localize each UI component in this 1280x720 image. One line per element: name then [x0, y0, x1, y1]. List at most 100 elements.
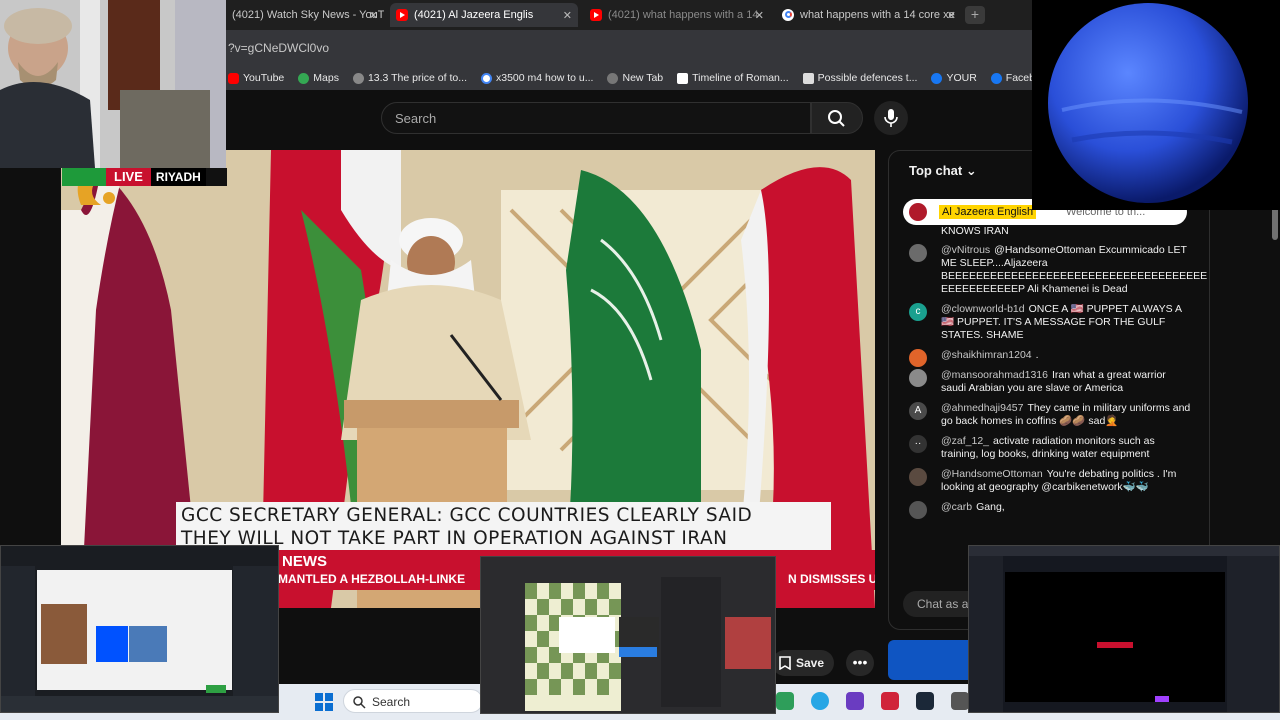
bookmark-label: Timeline of Roman... [692, 72, 789, 84]
microphone-icon [884, 109, 898, 127]
url-text[interactable]: ?v=gCNeDWCl0vo [228, 41, 329, 55]
message-author[interactable]: @zaf_12_ [941, 435, 989, 447]
windows-start-icon[interactable] [315, 693, 333, 711]
app-icon[interactable] [846, 692, 864, 710]
chat-messages: KNOWS IRAN @vNitrous @HandsomeOttoman Exc… [889, 225, 1209, 521]
live-badge-strip: LIVE RIYADH [62, 168, 227, 186]
chat-message: ·· @zaf_12_ activate radiation monitors su… [889, 435, 1209, 461]
taskbar-search-placeholder: Search [372, 695, 411, 709]
save-label: Save [796, 656, 825, 670]
bookmark-x3500[interactable]: x3500 m4 how to u... [481, 72, 593, 84]
search-placeholder: Search [395, 111, 437, 126]
video-player[interactable]: GCC SECRETARY GENERAL: GCC COUNTRIES CLE… [61, 150, 875, 608]
thumbnail-image [481, 557, 775, 713]
avatar[interactable]: ·· [909, 435, 927, 453]
signal-icon [62, 168, 106, 186]
google-icon [481, 72, 492, 84]
message-author[interactable]: @carb [941, 501, 972, 513]
chat-message: @HandsomeOttoman You're debating politics… [889, 468, 1209, 494]
avatar[interactable]: c [909, 303, 927, 321]
screen-thumbnail-3 [968, 545, 1280, 713]
message-text: Gang, [976, 501, 1005, 513]
avatar[interactable] [909, 349, 927, 367]
subscribe-button[interactable] [888, 640, 973, 680]
bookmark-timeline[interactable]: Timeline of Roman... [677, 72, 789, 84]
search-icon [828, 110, 845, 127]
thumbnail-image [1, 546, 278, 712]
cl-icon [802, 72, 814, 84]
more-actions-button[interactable]: ••• [846, 650, 874, 676]
steam-icon[interactable] [916, 692, 934, 710]
avatar[interactable] [909, 501, 927, 519]
gear-icon[interactable] [951, 692, 969, 710]
ticker-tag: NEWS [282, 553, 327, 570]
message-author[interactable]: @ahmedhaji9457 [941, 402, 1023, 414]
tab-what-happens[interactable]: (4021) what happens with a 14 ✕ [584, 3, 770, 27]
bookmark-label: 13.3 The price of to... [367, 72, 467, 84]
youtube-icon [590, 9, 602, 21]
message-author[interactable]: @clownworld-b1d [941, 303, 1025, 315]
screen-thumbnail-2 [480, 556, 776, 714]
voice-search-button[interactable] [874, 101, 908, 135]
chat-message: A @ahmedhaji9457 They came in military uni… [889, 402, 1209, 428]
message-author[interactable]: @HandsomeOttoman [941, 468, 1043, 480]
close-icon[interactable]: ✕ [947, 9, 956, 22]
avatar[interactable] [909, 369, 927, 387]
tab-label: what happens with a 14 core xe [800, 9, 955, 21]
youtube-icon [396, 9, 408, 21]
message-author[interactable]: @shaikhimran1204 [941, 349, 1032, 361]
close-icon[interactable]: ✕ [563, 9, 572, 22]
pinned-channel: Al Jazeera English [939, 205, 1037, 219]
search-input[interactable]: Search [381, 102, 811, 134]
headline-line-1: GCC SECRETARY GENERAL: GCC COUNTRIES CLE… [181, 505, 753, 526]
ticker-text-end: N DISMISSES U. [788, 572, 875, 586]
chat-message: @shaikhimran1204. [889, 349, 1209, 367]
bookmark-facebook[interactable]: Facebook gu [990, 72, 1032, 84]
google-icon [782, 9, 794, 21]
app-icon[interactable] [881, 692, 899, 710]
search-button[interactable] [811, 102, 863, 134]
bookmark-label: Facebook gu [1005, 72, 1032, 84]
bookmark-your[interactable]: YOUR [931, 72, 977, 84]
avatar[interactable] [909, 244, 927, 262]
news-lower-third: GCC SECRETARY GENERAL: GCC COUNTRIES CLE… [176, 502, 831, 550]
tab-label: (4021) Al Jazeera Englis [414, 9, 534, 21]
bookmark-label: Maps [313, 72, 339, 84]
new-tab-button[interactable]: + [965, 6, 985, 24]
telegram-icon[interactable] [811, 692, 829, 710]
bookmark-maps[interactable]: Maps [298, 72, 339, 84]
page-icon [352, 72, 364, 84]
planet-image [1032, 0, 1280, 210]
bookmark-youtube[interactable]: YouTube [228, 72, 284, 84]
app-icon[interactable] [776, 692, 794, 710]
save-button[interactable]: Save [772, 650, 834, 676]
bookmark-defences[interactable]: Possible defences t... [802, 72, 917, 84]
page-icon [607, 72, 619, 84]
bookmark-label: YOUR [946, 72, 977, 84]
tab-label: (4021) what happens with a 14 [608, 9, 759, 21]
bookmark-label: x3500 m4 how to u... [496, 72, 594, 84]
chat-mode-selector[interactable]: Top chat ⌄ [909, 163, 977, 179]
bookmark-label: YouTube [243, 72, 285, 84]
close-icon[interactable]: ✕ [369, 9, 378, 22]
webcam-overlay [0, 0, 226, 168]
avatar [909, 203, 927, 221]
message-author[interactable]: @mansoorahmad1316 [941, 369, 1048, 381]
tab-google-search[interactable]: what happens with a 14 core xe ✕ [776, 3, 962, 27]
tab-sky-news[interactable]: (4021) Watch Sky News - YouTu ✕ [226, 3, 384, 27]
chat-message: c @clownworld-b1d ONCE A 🇺🇸 PUPPET ALWAYS … [889, 303, 1209, 342]
bookmark-icon [779, 656, 791, 670]
avatar[interactable] [909, 468, 927, 486]
tab-al-jazeera[interactable]: (4021) Al Jazeera Englis ✕ [390, 3, 578, 27]
message-author[interactable]: @vNitrous [941, 244, 990, 256]
ticker-text: MANTLED A HEZBOLLAH-LINKE [278, 572, 466, 586]
neptune-overlay [1032, 0, 1280, 210]
chat-input-placeholder: Chat as a [917, 597, 969, 611]
webcam-image [0, 0, 226, 168]
live-badge: LIVE [106, 168, 151, 186]
avatar[interactable]: A [909, 402, 927, 420]
taskbar-search-input[interactable]: Search [343, 689, 483, 713]
close-icon[interactable]: ✕ [755, 9, 764, 22]
bookmark-price[interactable]: 13.3 The price of to... [352, 72, 467, 84]
bookmark-new-tab[interactable]: New Tab [607, 72, 663, 84]
